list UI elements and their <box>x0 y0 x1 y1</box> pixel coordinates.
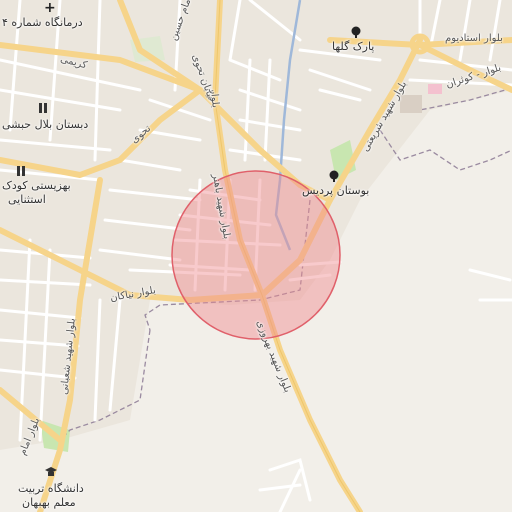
map-base-layer <box>0 0 512 512</box>
graduation-cap-icon[interactable] <box>44 466 57 478</box>
kindergarten-label-line2[interactable]: استثنایی <box>8 193 46 206</box>
school-label[interactable]: دبستان بلال حبشی <box>2 118 88 131</box>
kindergarten-label-line1[interactable]: بهزیستی کودک <box>2 179 71 192</box>
kindergarten-icon[interactable] <box>16 165 28 177</box>
clinic-icon[interactable]: + <box>44 1 56 15</box>
clinic-label[interactable]: درمانگاه شماره ۴ <box>2 16 83 29</box>
boulevard-label: بلوار <box>208 88 221 109</box>
park-golha-label[interactable]: پارک گلها <box>332 40 374 53</box>
tree-icon[interactable] <box>328 170 340 182</box>
university-label-line2[interactable]: معلم بهبهان <box>22 496 76 509</box>
university-label-line1[interactable]: دانشگاه تربیت <box>18 482 84 495</box>
tree-icon[interactable] <box>350 26 362 38</box>
stadium-blvd-label: بلوار استادیوم <box>445 33 503 44</box>
park-pardis-label[interactable]: بوستان پردیس <box>302 184 369 197</box>
map-canvas[interactable]: + درمانگاه شماره ۴ دبستان بلال حبشی بهزی… <box>0 0 512 512</box>
school-icon[interactable] <box>38 102 50 114</box>
